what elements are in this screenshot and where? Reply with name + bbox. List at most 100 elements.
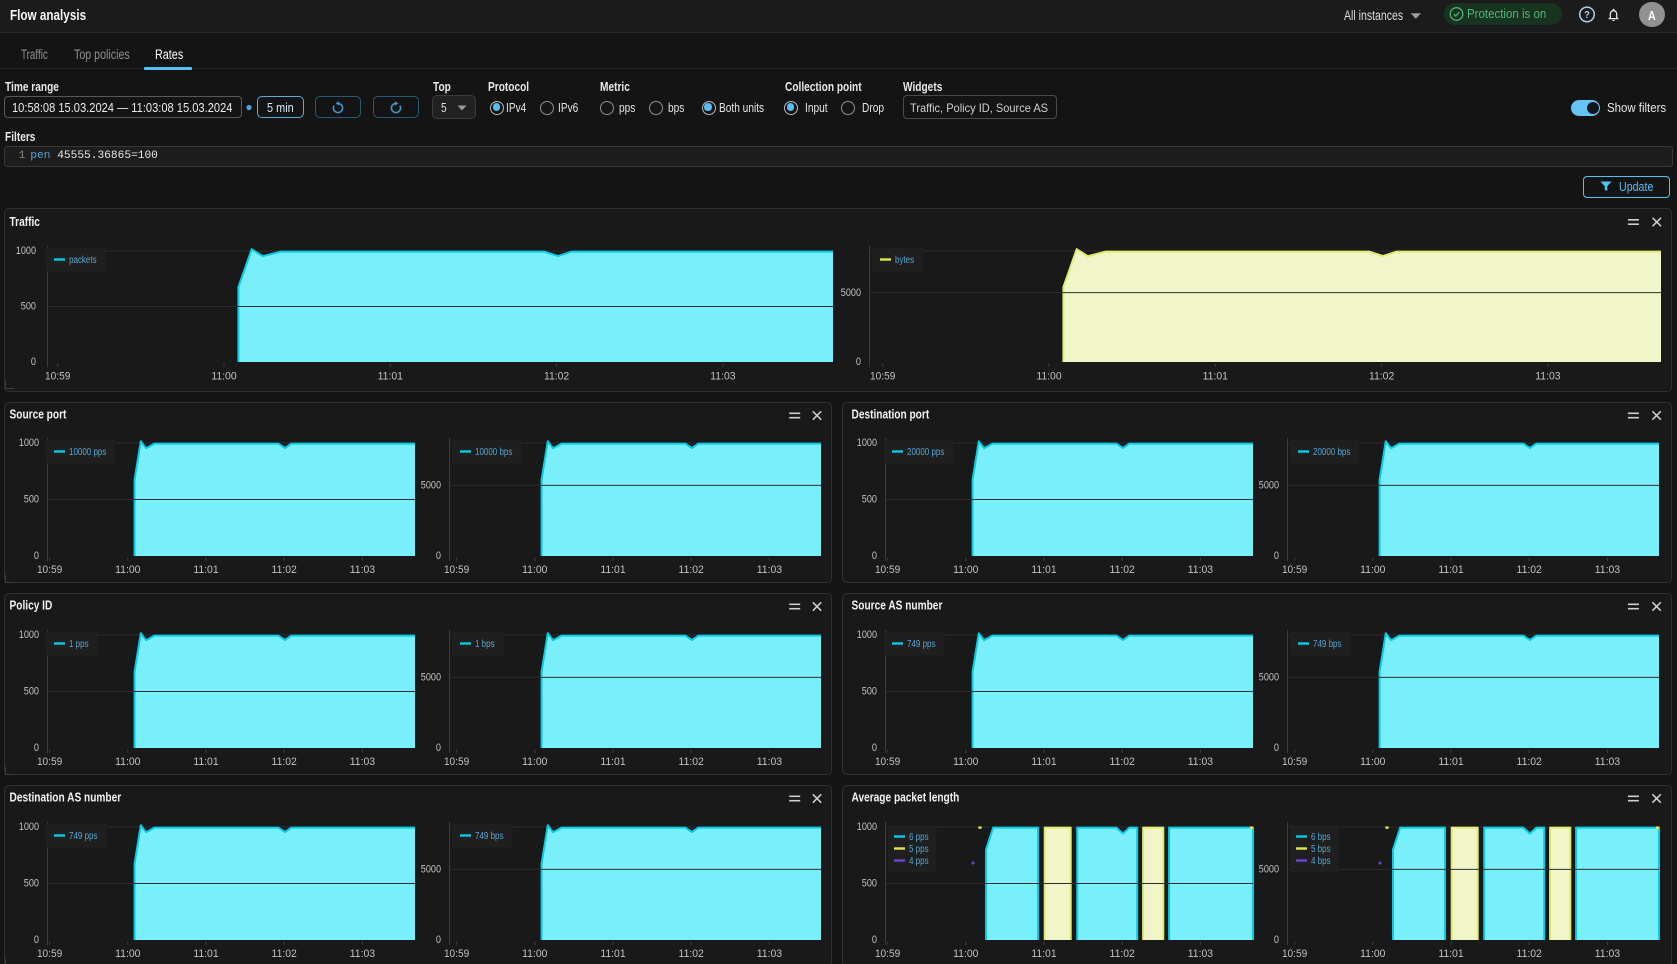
svg-text:0: 0	[436, 934, 441, 946]
svg-text:10:59: 10:59	[45, 371, 70, 383]
svg-text:10:59: 10:59	[444, 564, 469, 576]
svg-text:11:00: 11:00	[953, 948, 978, 960]
svg-text:Average packet length: Average packet length	[852, 789, 960, 804]
svg-text:bytes: bytes	[895, 255, 914, 266]
svg-text:11:01: 11:01	[1031, 756, 1056, 768]
svg-text:0: 0	[856, 356, 861, 368]
svg-text:packets: packets	[69, 255, 97, 266]
svg-text:11:02: 11:02	[272, 756, 297, 768]
svg-text:0: 0	[1274, 550, 1279, 562]
svg-text:Traffic: Traffic	[10, 214, 40, 229]
svg-text:1000: 1000	[16, 245, 36, 257]
svg-text:11:00: 11:00	[1360, 564, 1385, 576]
svg-text:11:03: 11:03	[350, 756, 375, 768]
svg-text:11:02: 11:02	[1369, 371, 1394, 383]
svg-text:5000: 5000	[421, 480, 441, 492]
svg-text:11:01: 11:01	[600, 948, 625, 960]
svg-text:10:59: 10:59	[870, 371, 895, 383]
svg-text:11:03: 11:03	[350, 948, 375, 960]
svg-text:500: 500	[862, 494, 877, 506]
svg-text:10000 pps: 10000 pps	[69, 447, 106, 458]
svg-text:4 pps: 4 pps	[909, 856, 929, 867]
svg-text:1000: 1000	[857, 821, 877, 833]
svg-text:Source port: Source port	[10, 406, 67, 421]
svg-text:10:59: 10:59	[37, 756, 62, 768]
svg-text:6 bps: 6 bps	[1311, 832, 1331, 843]
svg-text:0: 0	[1274, 934, 1279, 946]
svg-text:11:00: 11:00	[1036, 371, 1061, 383]
svg-text:11:02: 11:02	[1110, 948, 1135, 960]
svg-text:11:03: 11:03	[1188, 948, 1213, 960]
svg-text:5000: 5000	[1259, 864, 1279, 876]
svg-text:20000 pps: 20000 pps	[907, 447, 944, 458]
svg-text:500: 500	[862, 686, 877, 698]
svg-text:11:00: 11:00	[115, 564, 140, 576]
svg-text:11:03: 11:03	[1188, 756, 1213, 768]
svg-text:10:59: 10:59	[1282, 564, 1307, 576]
svg-text:4 bps: 4 bps	[1311, 856, 1331, 867]
svg-text:11:02: 11:02	[1110, 756, 1135, 768]
svg-text:11:00: 11:00	[522, 756, 547, 768]
svg-text:5000: 5000	[1259, 672, 1279, 684]
svg-text:Source AS number: Source AS number	[852, 597, 943, 612]
svg-text:500: 500	[24, 878, 39, 890]
svg-text:10:59: 10:59	[1282, 756, 1307, 768]
svg-text:0: 0	[872, 742, 877, 754]
svg-text:11:02: 11:02	[1110, 564, 1135, 576]
svg-text:1000: 1000	[857, 437, 877, 449]
svg-text:11:02: 11:02	[1517, 564, 1542, 576]
svg-text:11:00: 11:00	[115, 948, 140, 960]
svg-text:10:59: 10:59	[444, 948, 469, 960]
svg-text:500: 500	[21, 301, 36, 313]
svg-text:10:59: 10:59	[1282, 948, 1307, 960]
svg-text:11:01: 11:01	[1438, 564, 1463, 576]
svg-text:Policy ID: Policy ID	[10, 597, 53, 612]
svg-text:11:01: 11:01	[1031, 564, 1056, 576]
svg-text:11:00: 11:00	[115, 756, 140, 768]
svg-text:11:02: 11:02	[679, 948, 704, 960]
svg-text:0: 0	[31, 356, 36, 368]
svg-text:5000: 5000	[421, 864, 441, 876]
svg-text:1 pps: 1 pps	[69, 639, 89, 650]
svg-text:1000: 1000	[19, 629, 39, 641]
svg-text:10:59: 10:59	[37, 948, 62, 960]
svg-text:10:59: 10:59	[875, 756, 900, 768]
svg-text:11:01: 11:01	[1203, 371, 1228, 383]
svg-text:0: 0	[436, 550, 441, 562]
svg-text:1000: 1000	[857, 629, 877, 641]
svg-text:11:02: 11:02	[272, 564, 297, 576]
svg-text:1000: 1000	[19, 821, 39, 833]
svg-text:11:01: 11:01	[193, 564, 218, 576]
svg-text:0: 0	[1274, 742, 1279, 754]
svg-text:11:00: 11:00	[211, 371, 236, 383]
svg-text:749 pps: 749 pps	[907, 639, 936, 650]
svg-text:11:01: 11:01	[1031, 948, 1056, 960]
svg-text:?: ?	[1584, 9, 1590, 21]
svg-text:11:03: 11:03	[710, 371, 735, 383]
svg-text:Destination port: Destination port	[852, 406, 930, 421]
svg-text:11:00: 11:00	[1360, 948, 1385, 960]
svg-text:10:59: 10:59	[37, 564, 62, 576]
svg-text:10:59: 10:59	[875, 948, 900, 960]
svg-text:5000: 5000	[421, 672, 441, 684]
svg-text:11:00: 11:00	[1360, 756, 1385, 768]
svg-text:11:01: 11:01	[1438, 948, 1463, 960]
svg-text:11:00: 11:00	[953, 564, 978, 576]
svg-text:11:01: 11:01	[600, 756, 625, 768]
svg-text:11:01: 11:01	[193, 948, 218, 960]
svg-text:10000 bps: 10000 bps	[475, 447, 512, 458]
svg-text:1000: 1000	[19, 437, 39, 449]
svg-text:11:03: 11:03	[1595, 564, 1620, 576]
svg-text:11:03: 11:03	[757, 948, 782, 960]
svg-text:11:01: 11:01	[378, 371, 403, 383]
svg-text:1 bps: 1 bps	[475, 639, 495, 650]
svg-text:5000: 5000	[1259, 480, 1279, 492]
svg-text:10:59: 10:59	[444, 756, 469, 768]
svg-text:749 bps: 749 bps	[475, 831, 504, 842]
svg-text:11:00: 11:00	[522, 564, 547, 576]
svg-text:500: 500	[862, 878, 877, 890]
svg-text:0: 0	[34, 742, 39, 754]
svg-text:11:03: 11:03	[757, 756, 782, 768]
svg-text:Destination AS number: Destination AS number	[10, 789, 122, 804]
svg-text:20000 bps: 20000 bps	[1313, 447, 1350, 458]
